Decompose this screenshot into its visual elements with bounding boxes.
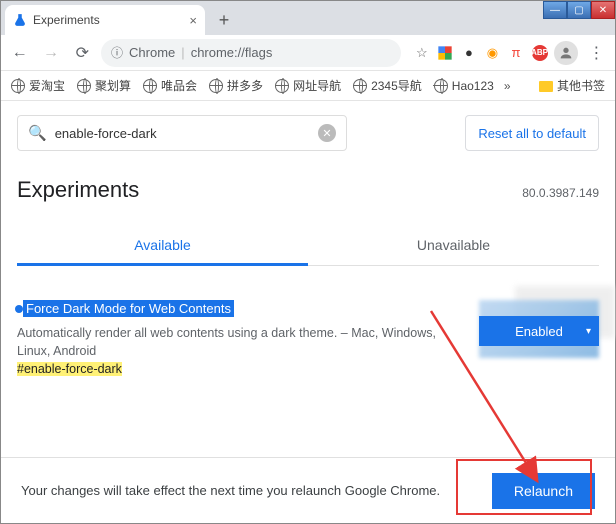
tab-title: Experiments (33, 13, 100, 27)
window-close-button[interactable]: ✕ (591, 1, 615, 19)
adblock-icon[interactable]: ABP (531, 44, 549, 62)
menu-button[interactable]: ⋮ (584, 40, 609, 66)
tab-close-icon[interactable]: × (189, 13, 197, 28)
new-tab-button[interactable]: + (211, 7, 237, 33)
bookmark-label: Hao123 (452, 79, 494, 93)
omnibox-url: chrome://flags (191, 45, 273, 60)
bookmark-label: 其他书签 (557, 77, 605, 94)
flags-search-input[interactable]: 🔍 enable-force-dark ✕ (17, 115, 347, 151)
tab-strip: Experiments × + (1, 1, 615, 35)
extension-icon-1[interactable] (437, 44, 455, 62)
search-icon: 🔍 (28, 124, 47, 142)
reset-all-button[interactable]: Reset all to default (465, 115, 599, 151)
bookmarks-overflow[interactable]: » (504, 79, 511, 93)
bookmark-label: 聚划算 (95, 77, 131, 94)
window-minimize-button[interactable]: — (543, 1, 567, 19)
relaunch-message: Your changes will take effect the next t… (21, 483, 440, 498)
bookmark-label: 拼多多 (227, 77, 263, 94)
bookmark-item[interactable]: 网址导航 (271, 77, 345, 94)
extension-icon-3[interactable]: ◉ (484, 44, 502, 62)
extension-icon-2[interactable]: ● (460, 44, 478, 62)
tab-available[interactable]: Available (17, 227, 308, 266)
star-icon[interactable]: ☆ (413, 44, 431, 62)
bookmark-item[interactable]: 聚划算 (73, 77, 135, 94)
clear-search-icon[interactable]: ✕ (318, 124, 336, 142)
omnibox-separator: | (181, 45, 184, 60)
bookmark-item[interactable]: 拼多多 (205, 77, 267, 94)
browser-toolbar: ← → ⟳ ⓘ Chrome | chrome://flags ☆ ● ◉ π … (1, 35, 615, 71)
reload-button[interactable]: ⟳ (70, 40, 95, 66)
globe-icon (143, 79, 157, 93)
profile-avatar[interactable] (554, 41, 577, 65)
flag-entry: Force Dark Mode for Web Contents Automat… (17, 300, 599, 376)
folder-icon (539, 81, 553, 92)
tab-unavailable[interactable]: Unavailable (308, 227, 599, 265)
omnibox[interactable]: ⓘ Chrome | chrome://flags (101, 39, 401, 67)
search-value: enable-force-dark (55, 126, 157, 141)
site-info-icon[interactable]: ⓘ (111, 44, 123, 61)
dropdown-value: Enabled (515, 324, 563, 339)
globe-icon (77, 79, 91, 93)
flag-tabs: Available Unavailable (17, 227, 599, 266)
globe-icon (353, 79, 367, 93)
flag-title: Force Dark Mode for Web Contents (23, 300, 234, 317)
page-content: 🔍 enable-force-dark ✕ Reset all to defau… (1, 101, 615, 457)
bookmark-label: 网址导航 (293, 77, 341, 94)
bookmark-label: 唯品会 (161, 77, 197, 94)
modified-dot-icon (15, 305, 23, 313)
other-bookmarks-folder[interactable]: 其他书签 (535, 77, 609, 94)
globe-icon (209, 79, 223, 93)
relaunch-bar: Your changes will take effect the next t… (1, 457, 615, 523)
chrome-version: 80.0.3987.149 (522, 186, 599, 200)
bookmark-item[interactable]: Hao123 (430, 79, 498, 93)
back-button[interactable]: ← (7, 40, 32, 66)
flag-id: #enable-force-dark (17, 362, 599, 376)
page-title: Experiments (17, 177, 139, 203)
flag-description: Automatically render all web contents us… (17, 324, 437, 360)
bookmark-item[interactable]: 爱淘宝 (7, 77, 69, 94)
bookmark-label: 2345导航 (371, 77, 422, 94)
forward-button[interactable]: → (38, 40, 63, 66)
globe-icon (434, 79, 448, 93)
flag-state-dropdown[interactable]: Enabled (479, 316, 599, 346)
relaunch-button[interactable]: Relaunch (492, 473, 595, 509)
omnibox-prefix: Chrome (129, 45, 175, 60)
bookmark-label: 爱淘宝 (29, 77, 65, 94)
bookmark-item[interactable]: 2345导航 (349, 77, 426, 94)
globe-icon (275, 79, 289, 93)
flask-icon (13, 13, 27, 27)
globe-icon (11, 79, 25, 93)
browser-tab[interactable]: Experiments × (5, 5, 205, 35)
extension-icon-4[interactable]: π (507, 44, 525, 62)
bookmarks-bar: 爱淘宝 聚划算 唯品会 拼多多 网址导航 2345导航 Hao123 » 其他书… (1, 71, 615, 101)
bookmark-item[interactable]: 唯品会 (139, 77, 201, 94)
window-maximize-button[interactable]: ▢ (567, 1, 591, 19)
